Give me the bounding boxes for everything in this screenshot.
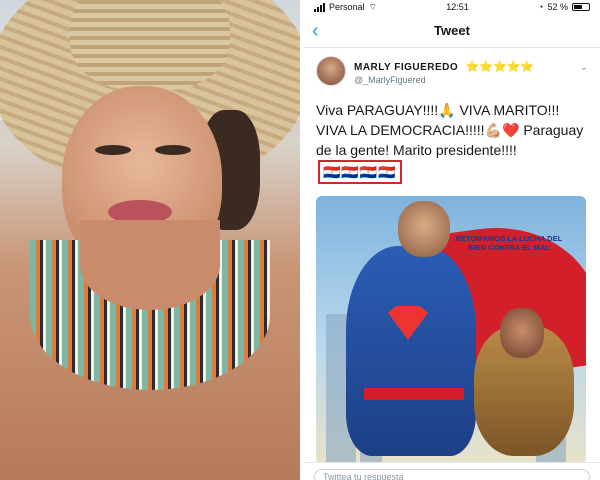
nav-bar: ‹ Tweet xyxy=(304,14,600,48)
tweet-text: Viva PARAGUAY!!!!🙏 VIVA MARITO!!! VIVA L… xyxy=(316,100,588,184)
reply-bar: Twittea tu respuesta xyxy=(304,462,600,480)
page-title: Tweet xyxy=(434,23,470,38)
author-stars: ⭐⭐⭐⭐⭐ xyxy=(465,61,535,73)
tweet-header: MARLY FIGUEREDO ⭐⭐⭐⭐⭐ @_MarlyFiguered ⌄ xyxy=(316,56,588,86)
phone-screenshot: Personal ⌔ 12:51 ◔ 52 % ‹ Tweet MARLY FI… xyxy=(304,0,600,480)
status-right: ◔ 52 % xyxy=(538,2,590,12)
tweet-body: Viva PARAGUAY!!!!🙏 VIVA MARITO!!! VIVA L… xyxy=(316,102,584,158)
selfie-photo xyxy=(0,0,300,480)
carrier-label: Personal xyxy=(329,2,365,12)
status-bar: Personal ⌔ 12:51 ◔ 52 % xyxy=(304,0,600,14)
left-eye xyxy=(95,145,131,155)
battery-percent: 52 % xyxy=(547,2,568,12)
avatar[interactable] xyxy=(316,56,346,86)
clock: 12:51 xyxy=(446,2,469,12)
wifi-icon: ⌔ xyxy=(368,1,377,12)
hero-belt xyxy=(364,388,464,400)
author-block: MARLY FIGUEREDO ⭐⭐⭐⭐⭐ @_MarlyFiguered xyxy=(354,57,534,85)
status-left: Personal ⌔ xyxy=(314,2,377,13)
tweet-image[interactable]: RETOMAMOS LA LUCHA DEL BIEN CONTRA EL MA… xyxy=(316,196,586,464)
chevron-left-icon[interactable]: ‹ xyxy=(312,20,319,43)
villain-head xyxy=(500,308,544,358)
reply-input[interactable]: Twittea tu respuesta xyxy=(314,469,590,480)
neck xyxy=(80,220,220,310)
hero-body xyxy=(346,246,476,456)
right-eye xyxy=(155,145,191,155)
straw-hat-crown xyxy=(70,0,230,90)
author-name-row: MARLY FIGUEREDO ⭐⭐⭐⭐⭐ xyxy=(354,57,534,75)
chevron-down-icon[interactable]: ⌄ xyxy=(580,62,588,73)
author-name[interactable]: MARLY FIGUEREDO xyxy=(354,62,458,73)
image-slogan: RETOMAMOS LA LUCHA DEL BIEN CONTRA EL MA… xyxy=(455,234,563,252)
author-handle[interactable]: @_MarlyFiguered xyxy=(354,75,534,85)
battery-icon xyxy=(571,3,590,11)
tweet: MARLY FIGUEREDO ⭐⭐⭐⭐⭐ @_MarlyFiguered ⌄ … xyxy=(304,48,600,464)
flags-highlight: 🇵🇾🇵🇾🇵🇾🇵🇾 xyxy=(318,160,402,184)
signal-icon xyxy=(314,2,325,12)
hero-head xyxy=(398,201,450,257)
rotation-lock-icon: ◔ xyxy=(538,2,544,12)
